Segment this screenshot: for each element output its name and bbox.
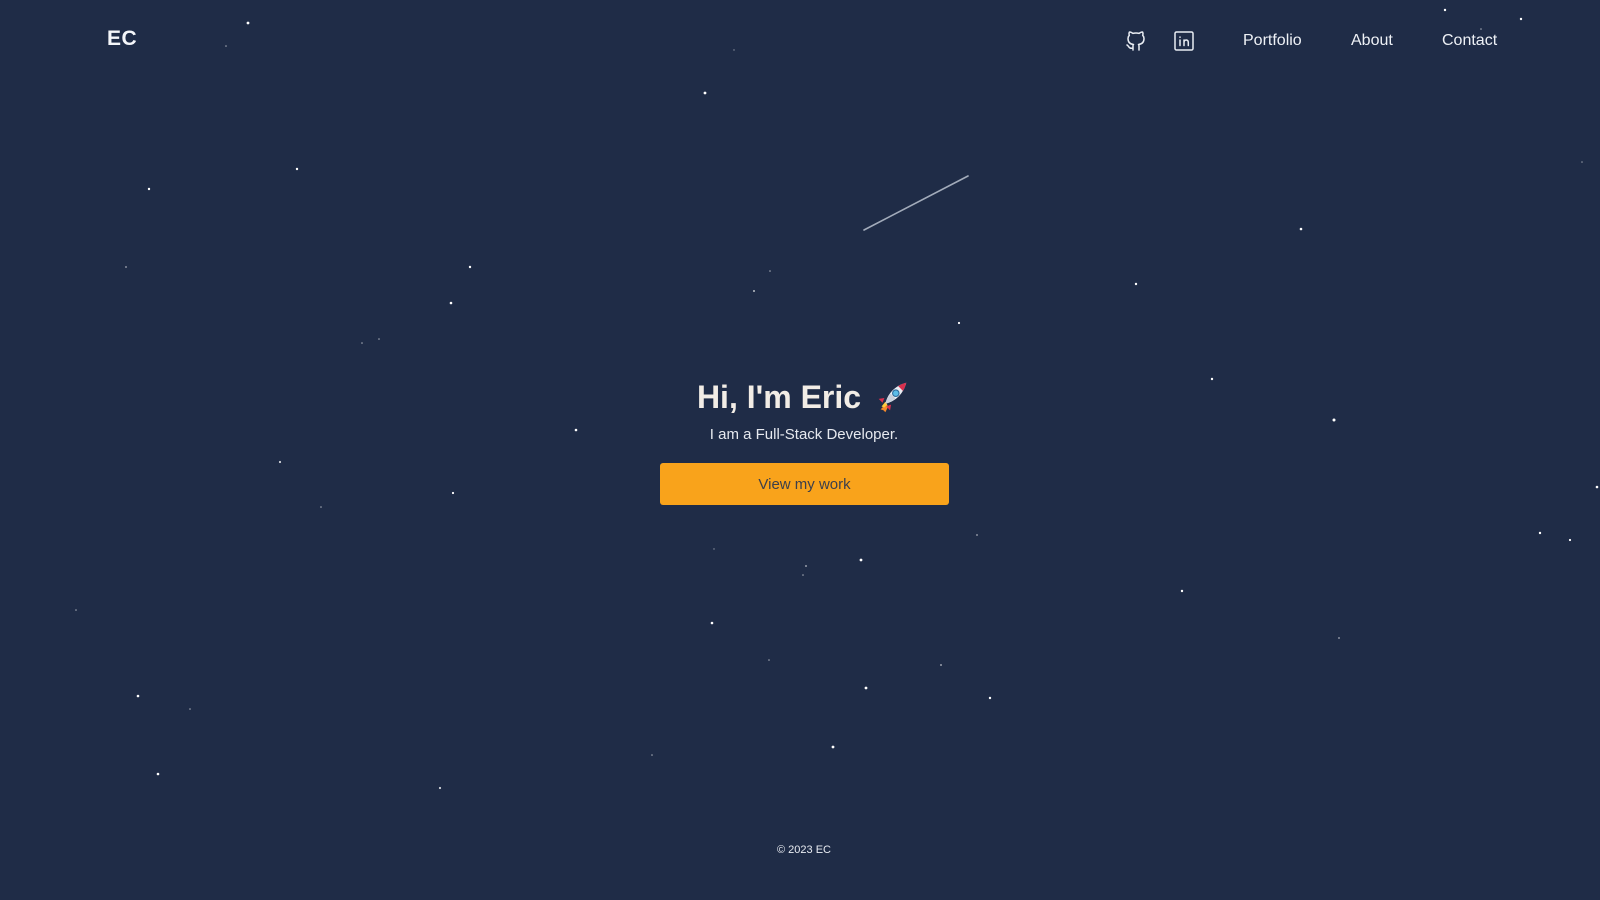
- linkedin-icon[interactable]: [1172, 29, 1196, 53]
- hero-title-row: Hi, I'm Eric: [697, 375, 911, 419]
- logo[interactable]: EC: [107, 27, 137, 51]
- site-header: EC Portfolio About Contact: [0, 0, 1600, 82]
- hero-title: Hi, I'm Eric: [696, 379, 862, 415]
- page: EC Portfolio About Contact Hi, I'm Eric: [0, 0, 1600, 900]
- nav-portfolio[interactable]: Portfolio: [1243, 32, 1302, 50]
- footer: © 2023 EC: [0, 844, 1600, 856]
- shooting-star: [863, 175, 969, 231]
- starfield-background: [75, 8, 1599, 790]
- nav-about[interactable]: About: [1351, 32, 1393, 50]
- hero-section: Hi, I'm Eric I am a Full-Stack Developer…: [0, 375, 1600, 445]
- view-my-work-button[interactable]: View my work: [660, 463, 949, 505]
- hero-subtitle: I am a Full-Stack Developer.: [709, 426, 899, 443]
- nav-contact[interactable]: Contact: [1442, 32, 1497, 50]
- copyright-text: © 2023 EC: [777, 844, 831, 856]
- github-icon[interactable]: [1124, 29, 1148, 53]
- rocket-icon: [873, 378, 911, 416]
